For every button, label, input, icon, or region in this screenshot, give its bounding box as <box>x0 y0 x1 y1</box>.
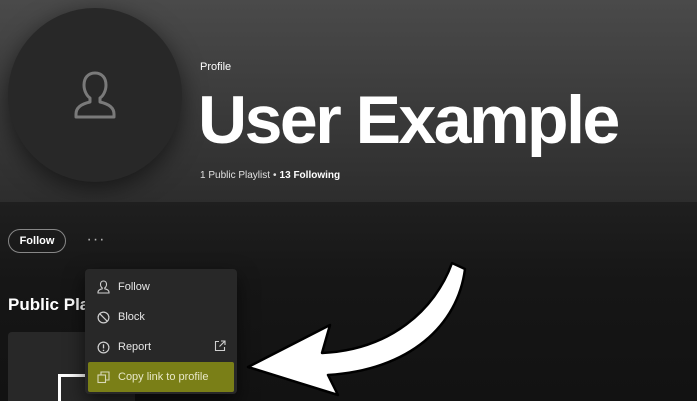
follow-button[interactable]: Follow <box>8 229 66 253</box>
public-playlists-heading: Public Pla <box>8 295 90 314</box>
profile-header: Profile User Example 1 Public Playlist • 1… <box>0 0 697 202</box>
menu-item-label: Report <box>118 341 152 353</box>
music-note-icon <box>58 374 88 401</box>
profile-page: Profile User Example 1 Public Playlist • 1… <box>0 0 697 401</box>
menu-item-copy-link[interactable]: Copy link to profile <box>88 362 234 392</box>
context-menu: Follow Block Report Copy link to profile <box>85 269 237 394</box>
user-icon <box>96 280 110 294</box>
menu-item-block[interactable]: Block <box>88 302 234 332</box>
profile-stats: 1 Public Playlist • 13 Following <box>200 170 340 181</box>
menu-item-report[interactable]: Report <box>88 332 234 362</box>
menu-item-label: Copy link to profile <box>118 371 209 383</box>
copy-icon <box>96 370 110 384</box>
public-playlists-count[interactable]: 1 Public Playlist <box>200 170 270 181</box>
menu-item-label: Follow <box>118 281 150 293</box>
user-placeholder-icon <box>74 71 116 119</box>
block-icon <box>96 310 110 324</box>
profile-name: User Example <box>198 82 620 158</box>
stats-separator: • <box>273 170 277 181</box>
profile-type-label: Profile <box>200 61 232 73</box>
following-count[interactable]: 13 Following <box>280 170 341 181</box>
report-icon <box>96 340 110 354</box>
profile-avatar <box>8 8 182 182</box>
external-link-icon <box>214 340 226 352</box>
menu-item-label: Block <box>118 311 145 323</box>
more-options-button[interactable]: ··· <box>84 231 108 248</box>
menu-item-follow[interactable]: Follow <box>88 272 234 302</box>
